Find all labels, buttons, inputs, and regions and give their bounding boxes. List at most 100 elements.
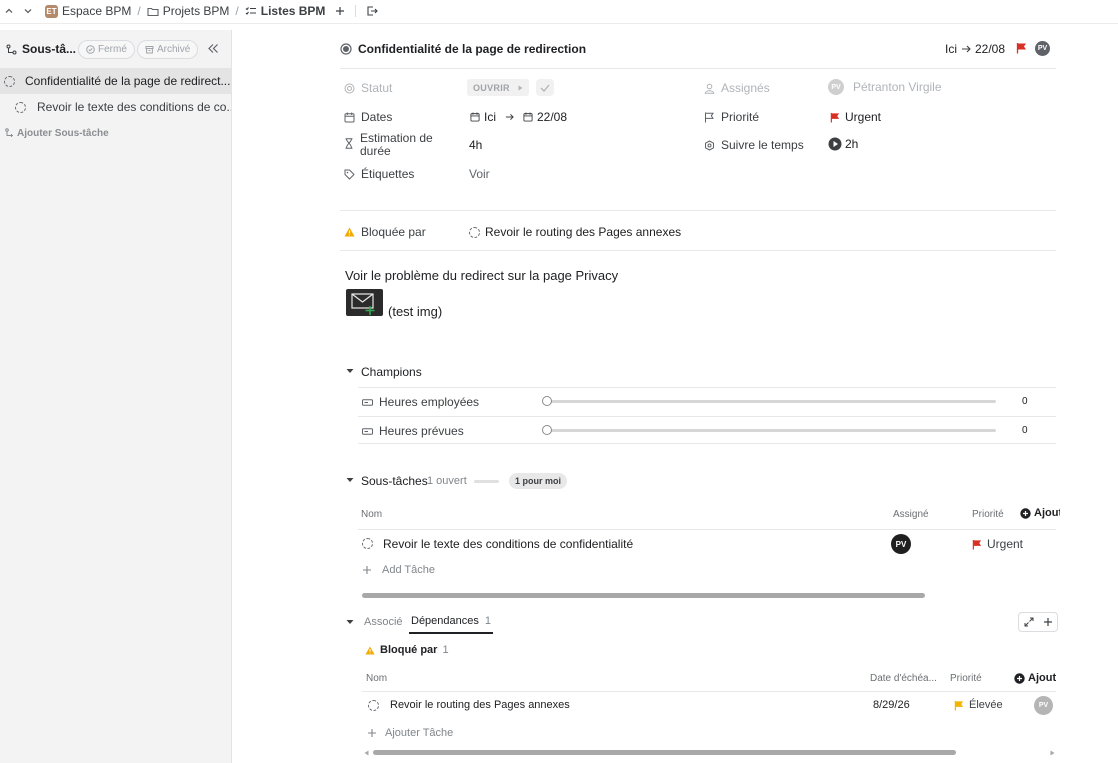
estimate-value[interactable]: 4h [469, 138, 482, 152]
warning-icon [344, 227, 355, 237]
hourglass-icon [344, 138, 354, 149]
deps-scrollbar-thumb[interactable] [373, 750, 956, 755]
dependency-priority[interactable]: Élevée [954, 699, 1003, 711]
collapse-caret-icon[interactable] [346, 619, 354, 625]
deps-horizontal-scrollbar[interactable] [362, 748, 1056, 757]
collapse-sidebar-icon[interactable] [207, 43, 219, 54]
subtasks-add-column[interactable]: Ajout [1020, 507, 1060, 519]
dependency-assignee-avatar[interactable]: PV [1034, 696, 1053, 715]
subtasks-col-name[interactable]: Nom [361, 509, 382, 520]
table-row[interactable]: Revoir le texte des conditions de confid… [358, 530, 1056, 558]
subtask-assignee-avatar[interactable]: PV [891, 534, 911, 554]
status-open-icon [469, 226, 480, 238]
add-subtask-row[interactable]: Add Tâche [362, 564, 435, 576]
subtasks-col-assignee[interactable]: Assigné [893, 509, 929, 520]
estimate-label-line-2: durée [360, 144, 391, 158]
subtask-priority[interactable]: Urgent [972, 537, 1023, 551]
task-status-icon[interactable] [340, 43, 352, 55]
deps-add-column[interactable]: Ajout [1014, 672, 1058, 684]
breadcrumb-list[interactable]: Listes BPM [261, 4, 326, 18]
hours-used-slider-knob[interactable] [542, 396, 552, 406]
assignee-field[interactable]: PV Pétranton Virgile [828, 79, 942, 95]
header-date-range[interactable]: Ici 22/08 [945, 42, 1005, 56]
subtasks-col-priority[interactable]: Priorité [972, 509, 1004, 520]
divider [358, 387, 1056, 388]
status-open-icon [4, 75, 15, 87]
hours-planned-slider-knob[interactable] [542, 425, 552, 435]
stopwatch-icon [704, 139, 715, 151]
hours-used-value: 0 [1022, 396, 1028, 407]
deps-col-priority[interactable]: Priorité [950, 673, 982, 684]
custom-field-hours-used: Heures employées [362, 395, 479, 409]
play-circle-icon[interactable] [828, 137, 842, 151]
table-row[interactable]: Revoir le routing des Pages annexes 8/29… [362, 692, 1056, 720]
user-icon [704, 83, 715, 94]
priority-flag-icon [830, 112, 840, 123]
collapse-caret-icon[interactable] [346, 477, 354, 483]
estimate-label: Estimation de durée [344, 132, 433, 158]
dependency-name[interactable]: Revoir le routing des Pages annexes [390, 699, 570, 711]
dependency-actions [1018, 612, 1058, 632]
description-image[interactable] [346, 289, 383, 316]
header-assignee-avatar[interactable]: PV [1035, 41, 1050, 56]
filter-archived-label: Archivé [157, 44, 191, 55]
assigned-to-me-badge[interactable]: 1 pour moi [509, 473, 568, 489]
chevron-down-icon[interactable] [23, 6, 33, 16]
header-date-end: 22/08 [975, 42, 1006, 56]
dates-value[interactable]: Ici 22/08 [470, 110, 567, 124]
status-dropdown[interactable]: OUVRIR [467, 79, 529, 96]
subtasks-count: 1 ouvert [427, 475, 467, 487]
plus-icon[interactable] [1043, 617, 1053, 627]
scroll-left-icon[interactable] [362, 750, 370, 756]
mark-complete-button[interactable] [536, 79, 554, 96]
sidebar-item-current[interactable]: Confidentialité de la page de redirect..… [0, 68, 231, 94]
time-tracking-label-text: Suivre le temps [721, 138, 804, 152]
dependency-due-date[interactable]: 8/29/26 [873, 699, 910, 711]
status-open-icon[interactable] [368, 700, 379, 711]
status-open-icon[interactable] [362, 538, 373, 549]
hours-planned-slider-track[interactable] [545, 429, 996, 432]
divider [340, 250, 1056, 251]
blocking-task-link[interactable]: Revoir le routing des Pages annexes [469, 225, 681, 239]
breadcrumb-folder[interactable]: Projets BPM [163, 4, 230, 18]
tab-associated[interactable]: Associé [364, 616, 403, 628]
exit-icon[interactable] [366, 5, 379, 17]
workspace-badge[interactable]: ET [45, 4, 58, 18]
filter-closed-button[interactable]: Fermé [78, 40, 135, 59]
deps-col-due-date[interactable]: Date d'échéa... [870, 673, 937, 684]
priority-label: Priorité [704, 110, 759, 124]
subtasks-horizontal-scrollbar[interactable] [362, 593, 925, 598]
subtask-name[interactable]: Revoir le texte des conditions de confid… [383, 537, 633, 551]
sidebar-item-subtask[interactable]: Revoir le texte des conditions de co... [0, 94, 231, 120]
task-title[interactable]: Confidentialité de la page de redirectio… [358, 42, 586, 56]
status-open-icon [15, 101, 26, 113]
flag-outline-icon [704, 112, 715, 123]
priority-flag-icon [972, 539, 982, 550]
breadcrumb-workspace[interactable]: Espace BPM [62, 4, 131, 18]
checklist-icon [245, 6, 257, 17]
dependency-priority-text: Élevée [969, 699, 1003, 711]
plus-icon [362, 565, 372, 575]
task-description[interactable]: Voir le problème du redirect sur la page… [345, 268, 618, 283]
dates-label: Dates [344, 110, 392, 124]
filter-archived-button[interactable]: Archivé [137, 40, 199, 59]
time-tracking-value[interactable]: 2h [828, 137, 858, 151]
expand-icon[interactable] [1024, 617, 1034, 627]
tab-dependencies-count: 1 [484, 615, 492, 627]
arrow-right-icon [961, 45, 971, 53]
plus-icon[interactable] [335, 6, 345, 16]
priority-value[interactable]: Urgent [830, 110, 881, 124]
scroll-right-icon[interactable] [1048, 750, 1056, 756]
add-dependency-row[interactable]: Ajouter Tâche [367, 727, 453, 739]
collapse-caret-icon[interactable] [346, 368, 354, 374]
deps-col-name[interactable]: Nom [366, 673, 387, 684]
tab-dependencies[interactable]: Dépendances 1 [409, 615, 494, 634]
priority-flag-icon[interactable] [1016, 42, 1027, 54]
status-label: Statut [344, 81, 392, 95]
status-circle-icon [344, 83, 355, 94]
divider [340, 210, 1056, 211]
chevron-up-icon[interactable] [4, 6, 14, 16]
hours-used-slider-track[interactable] [545, 400, 996, 403]
add-subtask-button[interactable]: Ajouter Sous-tâche [0, 120, 231, 146]
tags-value[interactable]: Voir [469, 167, 490, 181]
